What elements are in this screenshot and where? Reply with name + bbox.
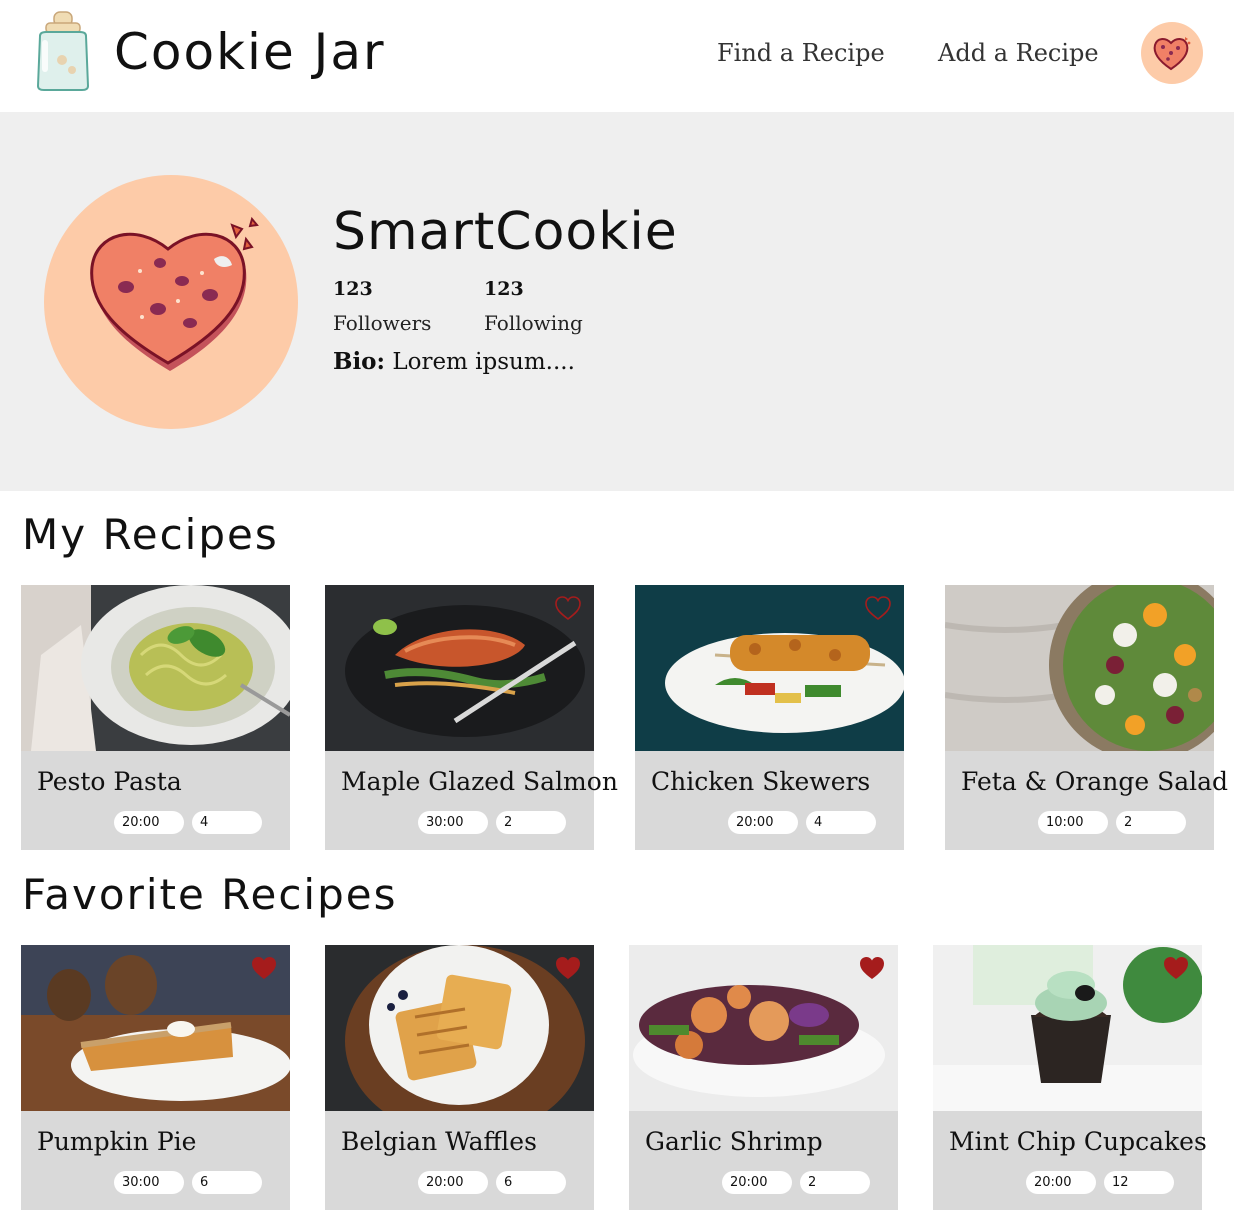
- recipe-servings-badge: 2: [1116, 811, 1186, 834]
- recipe-card-pumpkin-pie[interactable]: Pumpkin Pie 30:00 6: [21, 945, 290, 1210]
- recipe-time-badge: 20:00: [418, 1171, 488, 1194]
- recipe-card-chicken-skewers[interactable]: Chicken Skewers 20:00 4: [635, 585, 904, 850]
- recipe-time-badge: 20:00: [722, 1171, 792, 1194]
- recipe-name: Chicken Skewers: [651, 767, 871, 796]
- following-label: Following: [484, 311, 583, 335]
- followers-count: 123: [333, 278, 373, 300]
- heart-filled-icon[interactable]: [554, 955, 582, 981]
- bio-label: Bio:: [333, 348, 386, 375]
- profile-bio: Bio: Lorem ipsum....: [333, 346, 575, 378]
- recipe-servings-badge: 2: [800, 1171, 870, 1194]
- recipe-card-maple-glazed-salmon[interactable]: Maple Glazed Salmon 30:00 2: [325, 585, 618, 850]
- heart-outline-icon[interactable]: [864, 595, 892, 621]
- recipe-servings-badge: 6: [192, 1171, 262, 1194]
- followers-stat[interactable]: 123 Followers: [333, 276, 431, 338]
- recipe-card-pesto-pasta[interactable]: Pesto Pasta 20:00 4: [21, 585, 290, 850]
- cookie-jar-logo-icon[interactable]: [32, 10, 94, 94]
- recipe-name: Feta & Orange Salad: [961, 767, 1229, 796]
- bio-text: Lorem ipsum....: [385, 349, 575, 375]
- recipe-time-badge: 30:00: [114, 1171, 184, 1194]
- app-title[interactable]: Cookie Jar: [114, 22, 386, 82]
- recipe-time-badge: 20:00: [114, 811, 184, 834]
- recipe-servings-badge: 6: [496, 1171, 566, 1194]
- heart-outline-icon[interactable]: [554, 595, 582, 621]
- recipe-servings-badge: 12: [1104, 1171, 1174, 1194]
- heart-filled-icon[interactable]: [1162, 955, 1190, 981]
- recipe-servings-badge: 4: [806, 811, 876, 834]
- recipe-name: Pesto Pasta: [37, 767, 182, 796]
- recipe-name: Garlic Shrimp: [645, 1127, 823, 1156]
- recipe-name: Mint Chip Cupcakes: [949, 1127, 1207, 1156]
- my-recipes-title: My Recipes: [22, 510, 279, 559]
- profile-username: SmartCookie: [333, 202, 678, 262]
- heart-cookie-icon: [90, 216, 259, 371]
- recipe-photo: [21, 585, 290, 751]
- heart-filled-icon[interactable]: [858, 955, 886, 981]
- recipe-name: Maple Glazed Salmon: [341, 767, 618, 796]
- recipe-time-badge: 20:00: [1026, 1171, 1096, 1194]
- recipe-servings-badge: 4: [192, 811, 262, 834]
- followers-label: Followers: [333, 311, 432, 335]
- recipe-card-garlic-shrimp[interactable]: Garlic Shrimp 20:00 2: [629, 945, 898, 1210]
- heart-cookie-icon: [1153, 37, 1191, 71]
- app-header: Cookie Jar Find a Recipe Add a Recipe: [0, 0, 1236, 112]
- following-stat[interactable]: 123 Following: [484, 276, 583, 338]
- recipe-time-badge: 10:00: [1038, 811, 1108, 834]
- nav-find-recipe[interactable]: Find a Recipe: [717, 36, 885, 70]
- profile-avatar[interactable]: [44, 175, 298, 429]
- recipe-card-mint-chip-cupcakes[interactable]: Mint Chip Cupcakes 20:00 12: [933, 945, 1207, 1210]
- recipe-name: Pumpkin Pie: [37, 1127, 197, 1156]
- heart-filled-icon[interactable]: [250, 955, 278, 981]
- recipe-card-feta-orange-salad[interactable]: Feta & Orange Salad 10:00 2: [945, 585, 1228, 850]
- recipe-card-belgian-waffles[interactable]: Belgian Waffles 20:00 6: [325, 945, 594, 1210]
- favorite-recipes-title: Favorite Recipes: [22, 870, 398, 919]
- recipe-servings-badge: 2: [496, 811, 566, 834]
- user-avatar[interactable]: [1141, 22, 1203, 84]
- nav-add-recipe[interactable]: Add a Recipe: [938, 36, 1099, 70]
- following-count: 123: [484, 278, 524, 300]
- recipe-name: Belgian Waffles: [341, 1127, 537, 1156]
- recipe-photo: [945, 585, 1214, 751]
- profile-banner: SmartCookie 123 Followers 123 Following …: [0, 112, 1234, 491]
- recipe-time-badge: 20:00: [728, 811, 798, 834]
- recipe-time-badge: 30:00: [418, 811, 488, 834]
